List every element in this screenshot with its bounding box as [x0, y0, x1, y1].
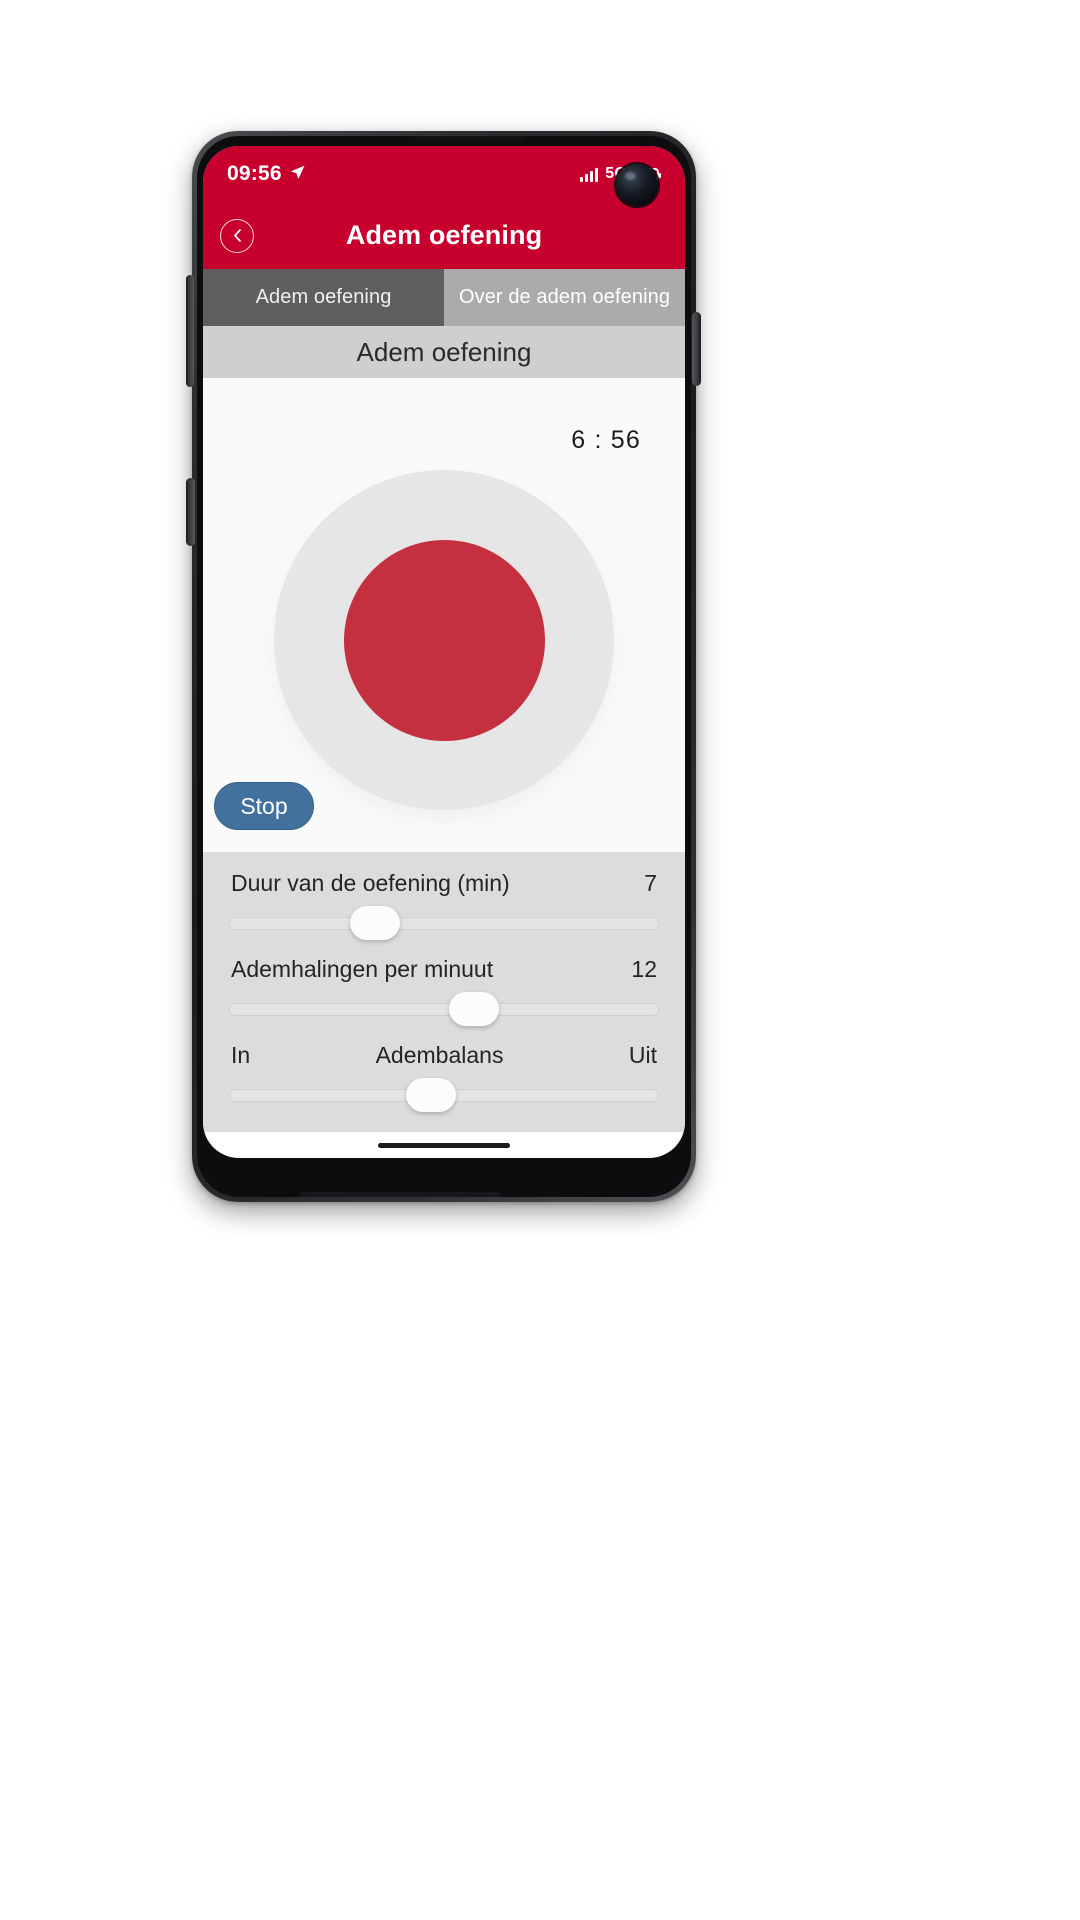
- breaths-value: 12: [631, 956, 657, 982]
- gesture-nav-bar: [203, 1132, 685, 1158]
- slider-thumb[interactable]: [350, 906, 401, 940]
- location-arrow-icon: [289, 164, 306, 186]
- breaths-header: Ademhalingen per minuut 12: [229, 956, 659, 983]
- stop-button[interactable]: Stop: [214, 782, 314, 830]
- cellular-signal-icon: [580, 167, 599, 182]
- volume-button[interactable]: [186, 275, 194, 387]
- breaths-slider[interactable]: [229, 992, 659, 1026]
- page-title: Adem oefening: [345, 220, 543, 250]
- status-bar-left: 09:56: [227, 162, 306, 186]
- exercise-area: 6 : 56 Stop: [203, 378, 685, 852]
- breathing-animation: [203, 470, 685, 810]
- tab-adem-oefening[interactable]: Adem oefening: [203, 269, 444, 326]
- tab-label: Adem oefening: [255, 286, 392, 308]
- duration-slider[interactable]: [229, 906, 659, 940]
- balance-right-label: Uit: [628, 1042, 657, 1068]
- power-button[interactable]: [692, 312, 701, 386]
- duration-label: Duur van de oefening (min): [231, 870, 510, 896]
- assistant-button[interactable]: [186, 478, 195, 546]
- tab-over-de-adem-oefening[interactable]: Over de adem oefening: [444, 269, 685, 326]
- breaths-control: Ademhalingen per minuut 12: [229, 956, 659, 1026]
- back-button[interactable]: [220, 218, 254, 253]
- gesture-nav-pill[interactable]: [378, 1142, 510, 1148]
- section-title: Adem oefening: [356, 336, 532, 367]
- balance-header: In Adembalans Uit: [229, 1042, 659, 1069]
- duration-header: Duur van de oefening (min) 7: [229, 870, 659, 897]
- status-bar: 09:56 5G: [203, 146, 685, 202]
- settings-panel: Duur van de oefening (min) 7 Ademhalinge…: [203, 852, 685, 1132]
- front-camera-icon: [616, 164, 658, 206]
- breathing-circle-inner: [343, 539, 545, 741]
- status-bar-clock: 09:56: [227, 162, 282, 185]
- tab-bar: Adem oefening Over de adem oefening: [203, 269, 685, 326]
- bottom-speaker-grille: [300, 1192, 500, 1197]
- slider-thumb[interactable]: [406, 1078, 457, 1112]
- chevron-left-icon: [233, 229, 241, 242]
- screenshot-canvas: 09:56 5G Adem oefening Adem oefening Ove…: [0, 0, 1080, 1920]
- section-header: Adem oefening: [203, 326, 685, 378]
- tab-label: Over de adem oefening: [458, 286, 671, 308]
- balance-slider[interactable]: [229, 1078, 659, 1112]
- balance-control: In Adembalans Uit: [229, 1042, 659, 1112]
- phone-screen: 09:56 5G Adem oefening Adem oefening Ove…: [203, 146, 685, 1158]
- slider-track: [229, 1003, 659, 1016]
- breaths-label: Ademhalingen per minuut: [231, 956, 494, 982]
- breathing-circle-outer: [274, 470, 614, 810]
- balance-center-label: Adembalans: [375, 1042, 504, 1068]
- balance-left-label: In: [231, 1042, 251, 1068]
- slider-thumb[interactable]: [449, 992, 500, 1026]
- exercise-timer: 6 : 56: [571, 426, 641, 454]
- duration-control: Duur van de oefening (min) 7: [229, 870, 659, 940]
- app-bar: Adem oefening: [203, 202, 685, 269]
- duration-value: 7: [644, 870, 657, 896]
- earpiece-speaker: [414, 136, 526, 141]
- slider-track: [229, 917, 659, 930]
- stop-button-label: Stop: [240, 792, 288, 819]
